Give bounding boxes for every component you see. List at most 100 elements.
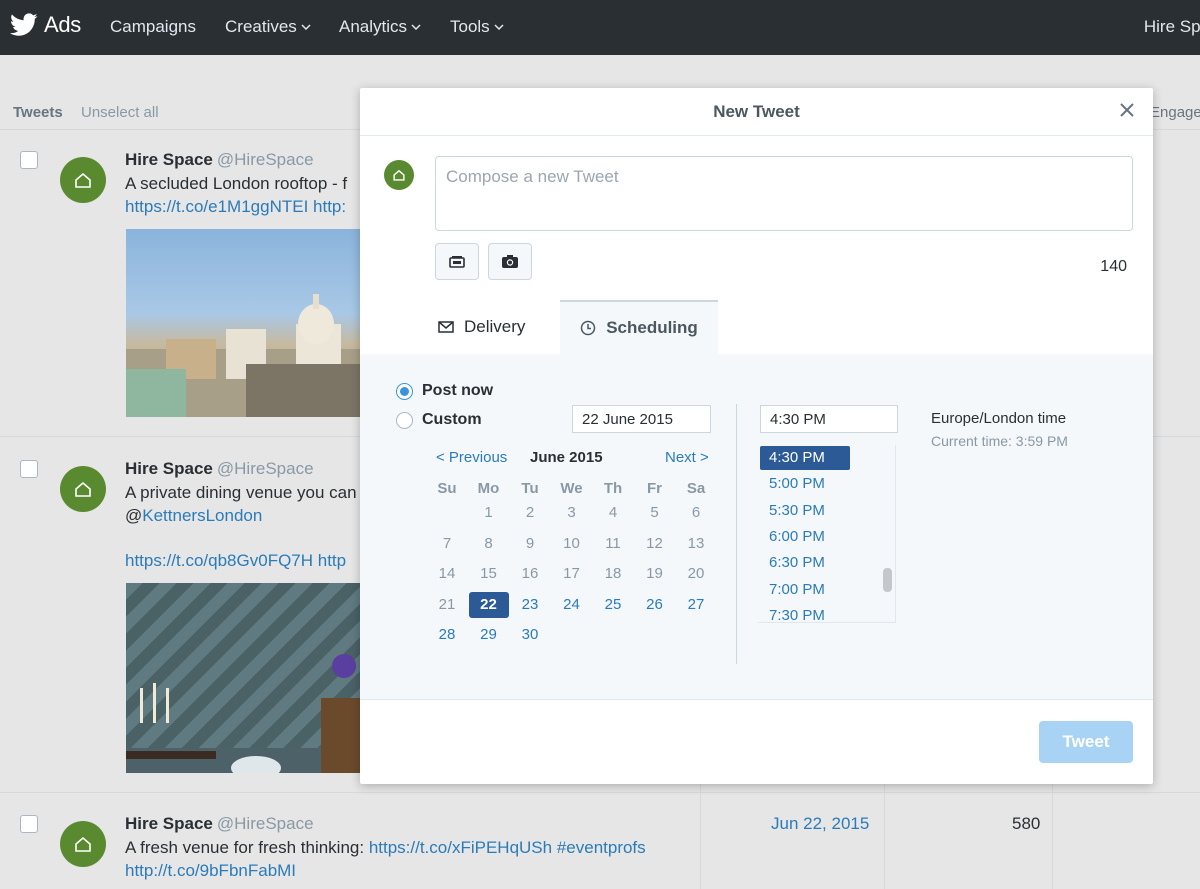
calendar-day[interactable]: 29 (469, 622, 509, 648)
calendar-day-selected[interactable]: 22 (468, 591, 509, 618)
add-photo-button[interactable] (488, 243, 532, 280)
row-checkbox[interactable] (20, 815, 38, 833)
calendar-day: 13 (687, 534, 705, 552)
tweet-link[interactable]: https://t.co/xFiPEHqUSh #eventprofs (369, 838, 646, 857)
row-checkbox[interactable] (20, 460, 38, 478)
calendar-day[interactable]: 30 (510, 622, 550, 648)
time-input[interactable] (760, 405, 898, 433)
brand[interactable]: Ads (10, 12, 81, 38)
time-option[interactable]: 6:00 PM (760, 525, 850, 549)
calendar-day[interactable]: 28 (427, 622, 467, 648)
tweet-button[interactable]: Tweet (1039, 721, 1133, 763)
tweet-date[interactable]: Jun 22, 2015 (771, 814, 869, 834)
calendar-day[interactable]: 26 (635, 592, 675, 618)
calendar-day: 10 (563, 534, 580, 552)
time-option[interactable]: 5:00 PM (760, 472, 850, 496)
time-list-scrollbar[interactable] (883, 568, 892, 592)
author-handle: @HireSpace (216, 459, 314, 478)
calendar-day[interactable]: 23 (510, 592, 550, 618)
tweet-impressions: 580 (1012, 814, 1041, 833)
tweet-link[interactable]: https://t.co/qb8Gv0FQ7H http (125, 551, 346, 571)
tweet-text: A fresh venue for fresh thinking: https:… (125, 838, 646, 858)
mention-link[interactable]: KettnersLondon (142, 506, 262, 525)
unselect-all-link[interactable]: Unselect all (81, 104, 159, 121)
calendar-weekday: We (560, 480, 583, 497)
rooftop-image (126, 294, 386, 417)
tweet-photo[interactable] (126, 229, 386, 417)
custom-radio[interactable] (396, 412, 413, 429)
calendar-next-link[interactable]: Next > (665, 449, 709, 466)
dining-room-image (126, 654, 386, 773)
time-option[interactable]: 5:30 PM (760, 499, 850, 523)
time-option[interactable]: 7:00 PM (760, 578, 850, 602)
avatar[interactable] (60, 821, 106, 867)
author-name: Hire Space (125, 814, 213, 833)
tweet-author[interactable]: Hire Space @HireSpace (125, 814, 314, 834)
camera-icon (502, 255, 518, 268)
avatar[interactable] (60, 157, 106, 203)
time-option[interactable]: 7:30 PM (760, 604, 850, 622)
tweet-author[interactable]: Hire Space @HireSpace (125, 150, 314, 170)
nav-analytics[interactable]: Analytics (339, 17, 421, 37)
close-icon[interactable] (1117, 100, 1137, 120)
current-time-label: Current time: 3:59 PM (931, 433, 1068, 449)
nav-creatives[interactable]: Creatives (225, 17, 311, 37)
calendar-day: 15 (480, 565, 497, 582)
tweet-author[interactable]: Hire Space @HireSpace (125, 459, 314, 479)
tweet-link[interactable]: http://t.co/9bFbnFabMI (125, 861, 296, 881)
tab-delivery[interactable]: Delivery (438, 300, 558, 354)
tweet-text-prefix: A fresh venue for fresh thinking: (125, 838, 369, 857)
account-menu[interactable]: Hire Spa (1144, 17, 1200, 37)
time-list[interactable]: 4:30 PM 5:00 PM 5:30 PM 6:00 PM 6:30 PM 7:00 … (758, 445, 896, 623)
calendar-day: 19 (646, 565, 663, 582)
tab-scheduling[interactable]: Scheduling (560, 300, 718, 354)
nav-campaigns[interactable]: Campaigns (110, 17, 196, 37)
custom-label[interactable]: Custom (422, 411, 482, 429)
post-now-label[interactable]: Post now (422, 382, 493, 400)
calendar-previous-link[interactable]: < Previous (436, 449, 507, 466)
author-name: Hire Space (125, 459, 213, 478)
calendar-day: 20 (687, 565, 705, 582)
tweet-photo[interactable] (126, 583, 386, 773)
character-count: 140 (1100, 258, 1127, 275)
house-icon (75, 481, 91, 497)
house-icon (393, 169, 405, 181)
nav-tools[interactable]: Tools (450, 17, 504, 37)
tweet-mention[interactable]: @KettnersLondon (125, 506, 262, 526)
clock-icon (580, 320, 596, 336)
calendar-weekday: Mo (477, 480, 500, 497)
tweets-tab[interactable]: Tweets (13, 104, 63, 121)
calendar-day: 1 (484, 504, 493, 521)
post-now-radio[interactable] (396, 383, 413, 400)
mention-prefix: @ (125, 506, 143, 525)
tweet-text: A secluded London rooftop - f (125, 174, 348, 193)
time-option-selected[interactable]: 4:30 PM (760, 446, 850, 470)
chevron-down-icon (411, 24, 421, 30)
date-input[interactable] (572, 405, 711, 433)
compose-tweet-input[interactable] (435, 156, 1133, 231)
dialog-header: New Tweet (360, 88, 1153, 136)
chevron-down-icon (301, 24, 311, 30)
calendar-day[interactable]: 25 (593, 592, 633, 618)
calendar-day[interactable]: 24 (552, 592, 592, 618)
calendar-day[interactable]: 27 (676, 592, 716, 618)
nav-tools-label: Tools (450, 17, 490, 36)
tweet-link[interactable]: https://t.co/e1M1ggNTEI http: (125, 197, 346, 217)
row-checkbox[interactable] (20, 151, 38, 169)
engagement-column-header[interactable]: Engagem (1150, 104, 1200, 121)
avatar[interactable] (60, 466, 106, 512)
calendar-weekday: Su (437, 480, 457, 497)
nav-campaigns-label: Campaigns (110, 17, 196, 36)
top-nav: Ads Campaigns Creatives Analytics Tools … (0, 0, 1200, 55)
author-name: Hire Space (125, 150, 213, 169)
calendar-weekday: Th (603, 480, 623, 497)
tweet-text: A private dining venue you can (125, 483, 357, 502)
brand-label: Ads (44, 12, 82, 37)
new-tweet-dialog: New Tweet 140 Delivery Scheduling Post n… (360, 88, 1153, 784)
add-card-button[interactable] (435, 243, 479, 280)
time-option[interactable]: 6:30 PM (760, 551, 850, 575)
nav-creatives-label: Creatives (225, 17, 297, 36)
calendar-day: 4 (608, 504, 618, 521)
calendar-day: 21 (438, 595, 456, 613)
chevron-down-icon (494, 24, 504, 30)
